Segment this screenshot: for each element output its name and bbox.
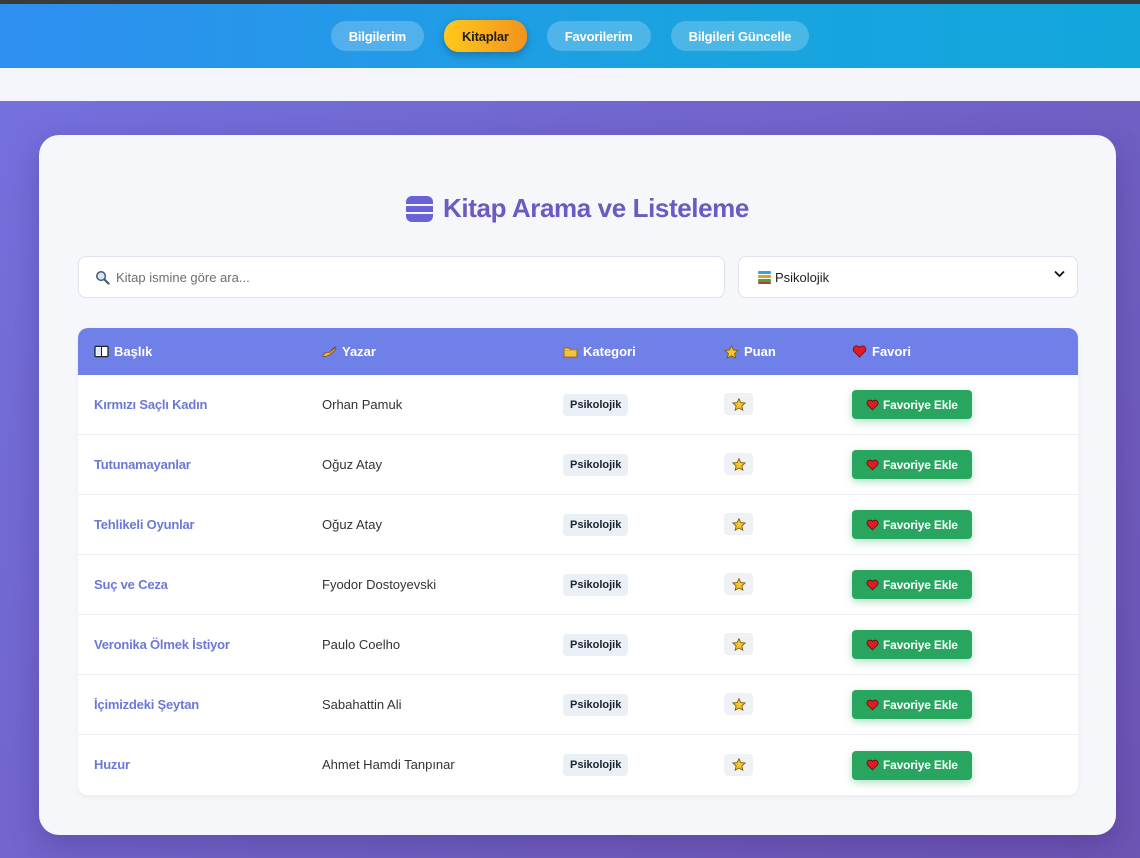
nav-favorilerim[interactable]: Favorilerim xyxy=(546,21,651,51)
chevron-down-icon xyxy=(1054,269,1065,281)
add-favorite-button[interactable]: Favoriye Ekle xyxy=(852,390,972,419)
book-title-link[interactable]: İçimizdeki Şeytan xyxy=(94,697,199,712)
category-badge: Psikolojik xyxy=(563,393,629,416)
star-icon xyxy=(724,344,739,359)
page-title-text: Kitap Arama ve Listeleme xyxy=(443,193,749,223)
star-icon xyxy=(731,758,746,772)
table-row: Suç ve Ceza Fyodor Dostoyevski Psikoloji… xyxy=(78,555,1078,615)
header-band xyxy=(0,68,1140,101)
rating-star xyxy=(724,513,753,536)
magnifier-icon xyxy=(96,270,110,285)
book-search-card: Kitap Arama ve Listeleme Psikolojik xyxy=(39,135,1116,835)
book-author: Orhan Pamuk xyxy=(322,396,403,412)
rating-star xyxy=(724,453,753,476)
book-author: Oğuz Atay xyxy=(322,516,382,532)
nav-bilgilerim[interactable]: Bilgilerim xyxy=(330,21,424,51)
col-header-rating: Puan xyxy=(724,344,852,359)
star-icon xyxy=(731,637,746,651)
book-title-link[interactable]: Kırmızı Saçlı Kadın xyxy=(94,397,207,412)
star-icon xyxy=(731,697,746,711)
table-row: Tutunamayanlar Oğuz Atay Psikolojik Favo… xyxy=(78,435,1078,495)
heart-icon xyxy=(866,759,879,771)
category-badge: Psikolojik xyxy=(563,693,629,716)
add-favorite-label: Favoriye Ekle xyxy=(883,517,958,532)
book-author: Oğuz Atay xyxy=(322,456,382,472)
search-input[interactable] xyxy=(116,269,676,285)
table-row: Veronika Ölmek İstiyor Paulo Coelho Psik… xyxy=(78,615,1078,675)
category-badge: Psikolojik xyxy=(563,633,629,656)
table-header: Başlık Yazar Kategori Puan Favori xyxy=(78,328,1078,375)
table-row: İçimizdeki Şeytan Sabahattin Ali Psikolo… xyxy=(78,675,1078,735)
add-favorite-button[interactable]: Favoriye Ekle xyxy=(852,750,972,780)
add-favorite-button[interactable]: Favoriye Ekle xyxy=(852,510,972,539)
book-author: Fyodor Dostoyevski xyxy=(322,576,437,592)
category-badge: Psikolojik xyxy=(563,754,629,776)
col-header-title-label: Başlık xyxy=(114,344,153,359)
category-select[interactable]: Psikolojik xyxy=(738,256,1078,298)
rating-star xyxy=(724,393,753,416)
book-author: Paulo Coelho xyxy=(322,636,401,652)
star-icon xyxy=(731,457,746,471)
open-book-icon xyxy=(94,345,109,358)
col-header-author: Yazar xyxy=(322,344,563,359)
col-header-rating-label: Puan xyxy=(744,344,776,359)
nav-kitaplar[interactable]: Kitaplar xyxy=(443,20,527,52)
table-row: Huzur Ahmet Hamdi Tanpınar Psikolojik Fa… xyxy=(78,735,1078,795)
add-favorite-button[interactable]: Favoriye Ekle xyxy=(852,630,972,659)
books-table: Başlık Yazar Kategori Puan Favori Kırmız… xyxy=(78,328,1078,795)
book-title-link[interactable]: Tutunamayanlar xyxy=(94,457,191,472)
add-favorite-button[interactable]: Favoriye Ekle xyxy=(852,450,972,479)
add-favorite-label: Favoriye Ekle xyxy=(883,577,958,592)
star-icon xyxy=(731,517,746,531)
book-author: Ahmet Hamdi Tanpınar xyxy=(322,757,455,772)
col-header-author-label: Yazar xyxy=(342,344,376,359)
table-body: Kırmızı Saçlı Kadın Orhan Pamuk Psikoloj… xyxy=(78,375,1078,795)
heart-icon xyxy=(852,345,867,358)
books-icon xyxy=(406,195,434,222)
book-title-link[interactable]: Veronika Ölmek İstiyor xyxy=(94,637,230,652)
add-favorite-label: Favoriye Ekle xyxy=(883,457,958,472)
category-badge: Psikolojik xyxy=(563,453,629,476)
heart-icon xyxy=(866,459,879,470)
heart-icon xyxy=(866,639,879,650)
rating-star xyxy=(724,693,753,716)
category-select-value: Psikolojik xyxy=(775,269,830,285)
top-navbar: Bilgilerim Kitaplar Favorilerim Bilgiler… xyxy=(0,4,1140,68)
heart-icon xyxy=(866,579,879,590)
rating-star xyxy=(724,573,753,596)
heart-icon xyxy=(866,519,879,530)
table-row: Kırmızı Saçlı Kadın Orhan Pamuk Psikoloj… xyxy=(78,375,1078,435)
nav-bilgileri-guncelle[interactable]: Bilgileri Güncelle xyxy=(670,21,810,51)
add-favorite-label: Favoriye Ekle xyxy=(883,397,958,412)
page-title: Kitap Arama ve Listeleme xyxy=(39,193,1116,224)
book-title-link[interactable]: Huzur xyxy=(94,757,130,772)
search-box[interactable] xyxy=(78,256,725,298)
star-icon xyxy=(731,397,746,411)
col-header-title: Başlık xyxy=(78,344,322,359)
table-row: Tehlikeli Oyunlar Oğuz Atay Psikolojik F… xyxy=(78,495,1078,555)
book-title-link[interactable]: Tehlikeli Oyunlar xyxy=(94,517,195,532)
add-favorite-button[interactable]: Favoriye Ekle xyxy=(852,690,972,719)
heart-icon xyxy=(866,399,879,410)
folder-icon xyxy=(563,346,578,357)
add-favorite-button[interactable]: Favoriye Ekle xyxy=(852,570,972,599)
category-badge: Psikolojik xyxy=(563,513,629,536)
book-author: Sabahattin Ali xyxy=(322,696,402,712)
heart-icon xyxy=(866,699,879,710)
writing-hand-icon xyxy=(322,345,337,357)
book-title-link[interactable]: Suç ve Ceza xyxy=(94,577,168,592)
col-header-favorite-label: Favori xyxy=(872,344,912,359)
rating-star xyxy=(724,633,753,656)
add-favorite-label: Favoriye Ekle xyxy=(883,697,958,712)
add-favorite-label: Favoriye Ekle xyxy=(883,637,958,652)
books-stack-icon xyxy=(758,270,771,284)
category-badge: Psikolojik xyxy=(563,573,629,596)
add-favorite-label: Favoriye Ekle xyxy=(883,758,958,772)
col-header-favorite: Favori xyxy=(852,344,1078,359)
col-header-category: Kategori xyxy=(563,344,724,359)
col-header-category-label: Kategori xyxy=(583,344,636,359)
star-icon xyxy=(731,577,746,591)
rating-star xyxy=(724,753,753,776)
